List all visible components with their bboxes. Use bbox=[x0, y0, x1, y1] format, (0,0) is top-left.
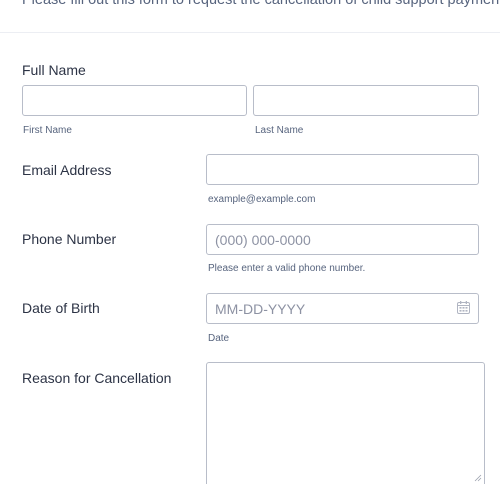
phone-sublabel: Please enter a valid phone number. bbox=[208, 263, 366, 274]
cancellation-form: Please fill out this form to request the… bbox=[0, 0, 500, 484]
email-label: Email Address bbox=[22, 162, 112, 178]
reason-label: Reason for Cancellation bbox=[22, 370, 172, 386]
calendar-icon[interactable] bbox=[457, 301, 470, 314]
full-name-label: Full Name bbox=[22, 62, 86, 78]
dob-input[interactable] bbox=[206, 293, 479, 324]
last-name-input[interactable] bbox=[253, 85, 479, 116]
dob-sublabel: Date bbox=[208, 333, 230, 344]
first-name-input[interactable] bbox=[22, 85, 247, 116]
first-name-sublabel: First Name bbox=[23, 125, 72, 136]
form-subtitle: Please fill out this form to request the… bbox=[22, 0, 500, 8]
phone-input[interactable] bbox=[206, 224, 479, 255]
header-divider bbox=[0, 32, 500, 33]
dob-label: Date of Birth bbox=[22, 300, 100, 316]
resize-handle-icon[interactable] bbox=[474, 474, 482, 482]
reason-textarea[interactable] bbox=[206, 362, 485, 484]
email-sublabel: example@example.com bbox=[208, 194, 316, 205]
phone-label: Phone Number bbox=[22, 231, 117, 247]
email-input[interactable] bbox=[206, 154, 479, 185]
last-name-sublabel: Last Name bbox=[255, 125, 304, 136]
